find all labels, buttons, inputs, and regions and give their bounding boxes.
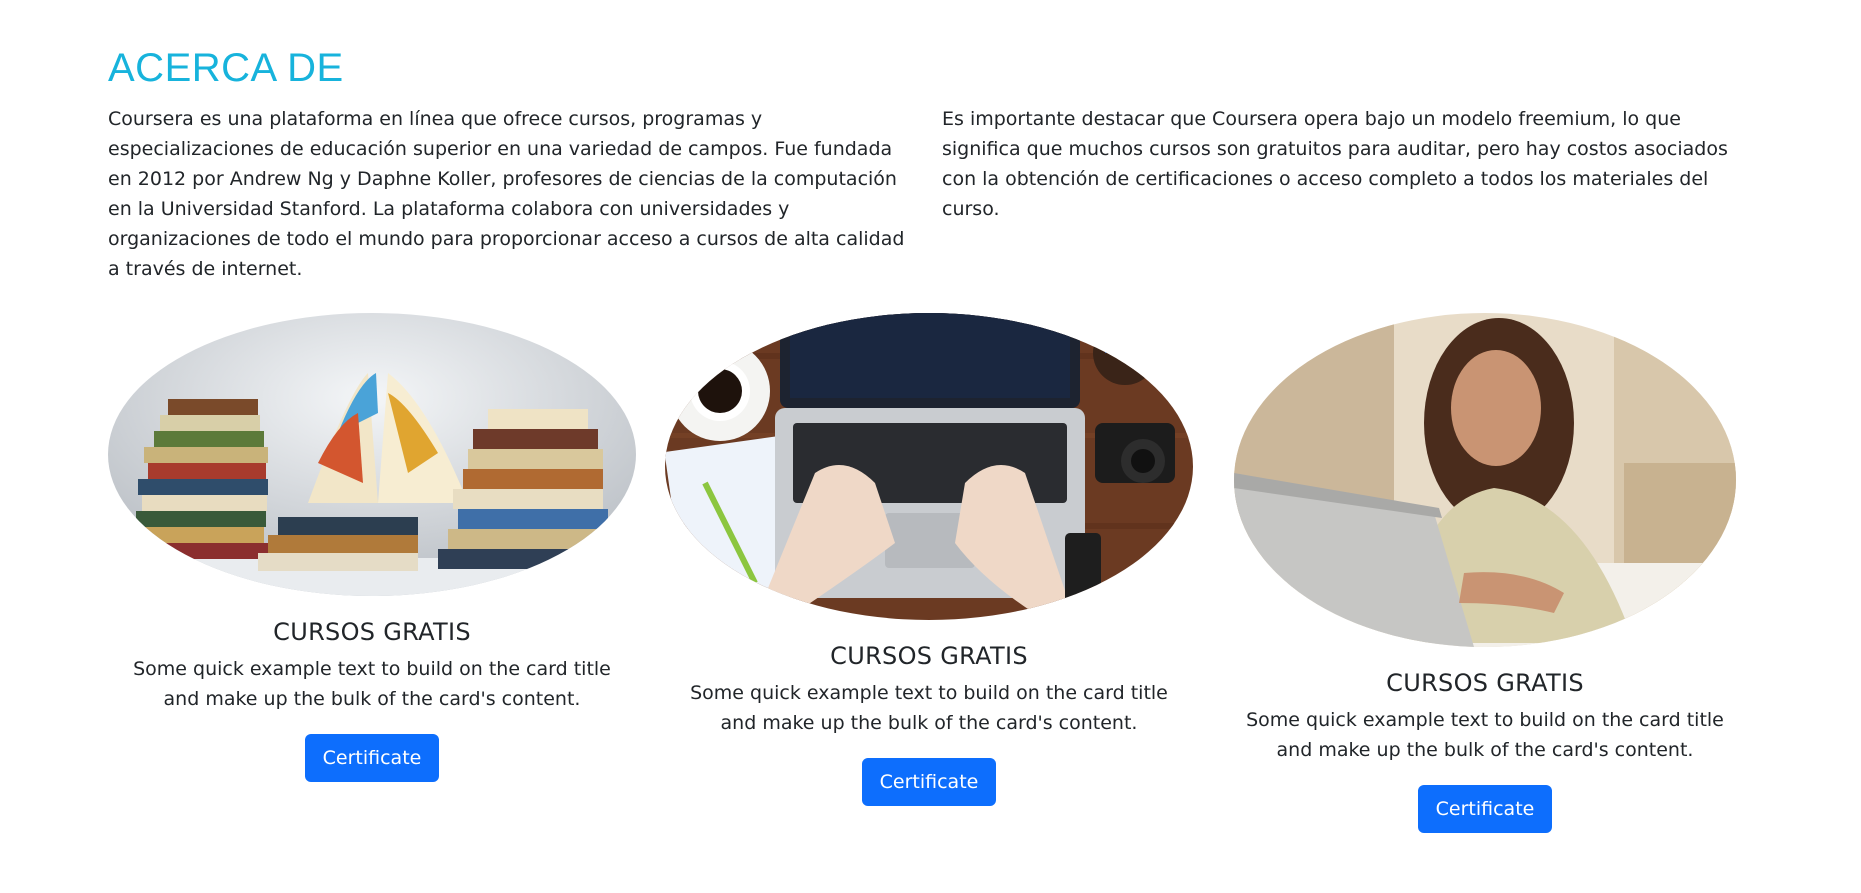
certificate-button[interactable]: Certificate	[304, 734, 440, 782]
about-title: ACERCA DE	[108, 46, 344, 90]
card-text: Some quick example text to build on the …	[1246, 709, 1724, 761]
certificate-button[interactable]: Certificate	[1417, 785, 1553, 833]
certificate-button[interactable]: Certificate	[861, 758, 997, 806]
course-card-2: CURSOS GRATIS Some quick example text to…	[665, 313, 1193, 806]
course-card-3: CURSOS GRATIS Some quick example text to…	[1221, 313, 1749, 833]
card-text: Some quick example text to build on the …	[690, 682, 1168, 734]
books-stack-image	[108, 313, 636, 596]
card-title: CURSOS GRATIS	[830, 642, 1028, 670]
card-text: Some quick example text to build on the …	[133, 658, 611, 710]
woman-laptop-image	[1234, 313, 1736, 647]
card-title: CURSOS GRATIS	[273, 618, 471, 646]
card-title: CURSOS GRATIS	[1386, 669, 1584, 697]
laptop-desk-image	[665, 313, 1193, 620]
about-paragraph-left: Coursera es una plataforma en línea que …	[108, 108, 905, 280]
course-card-1: CURSOS GRATIS Some quick example text to…	[108, 313, 636, 782]
about-paragraph-right: Es importante destacar que Coursera oper…	[942, 108, 1728, 220]
page: ACERCA DE Coursera es una plataforma en …	[0, 0, 1861, 893]
